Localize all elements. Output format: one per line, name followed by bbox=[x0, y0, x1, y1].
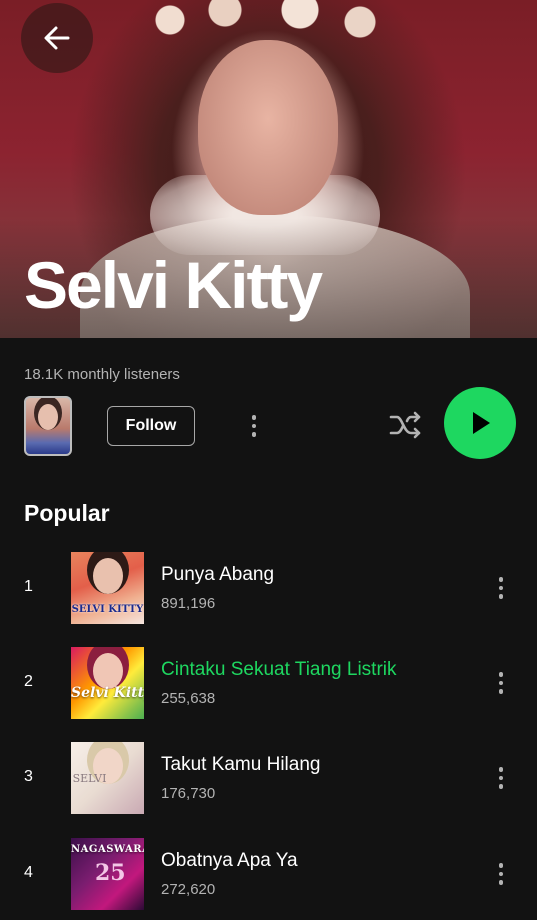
track-more-button[interactable] bbox=[488, 856, 514, 892]
play-icon bbox=[473, 412, 490, 434]
shuffle-button[interactable] bbox=[386, 406, 426, 444]
track-more-button[interactable] bbox=[488, 570, 514, 606]
cover-text: NAGASWARA bbox=[71, 844, 144, 855]
more-vertical-icon bbox=[498, 577, 504, 582]
track-rank: 4 bbox=[24, 864, 33, 881]
popular-section-title: Popular bbox=[24, 500, 110, 526]
cover-text: SELVI KITTY bbox=[71, 604, 144, 615]
track-title: Cintaku Sekuat Tiang Listrik bbox=[161, 659, 397, 680]
track-plays: 176,730 bbox=[161, 785, 216, 802]
back-button[interactable] bbox=[21, 3, 93, 73]
track-plays: 255,638 bbox=[161, 690, 216, 707]
track-row[interactable]: 2 Selvi Kitty Cintaku Sekuat Tiang Listr… bbox=[0, 647, 537, 721]
track-row[interactable]: 4 NAGASWARA 25 Obatnya Apa Ya 272,620 bbox=[0, 838, 537, 912]
cover-number: 25 bbox=[95, 860, 126, 886]
cover-text: SELVI bbox=[72, 772, 107, 785]
track-row[interactable]: 1 SELVI KITTY Punya Abang 891,196 bbox=[0, 552, 537, 626]
cover-text: Selvi Kitty bbox=[71, 685, 144, 701]
more-vertical-icon bbox=[251, 415, 257, 420]
track-cover: SELVI bbox=[71, 742, 144, 814]
monthly-listeners: 18.1K monthly listeners bbox=[24, 366, 180, 383]
track-more-button[interactable] bbox=[488, 760, 514, 796]
track-more-button[interactable] bbox=[488, 665, 514, 701]
play-button[interactable] bbox=[444, 387, 516, 459]
artist-thumbnail[interactable] bbox=[24, 396, 72, 456]
more-vertical-icon bbox=[498, 672, 504, 677]
artist-name: Selvi Kitty bbox=[24, 248, 323, 322]
follow-button[interactable]: Follow bbox=[107, 406, 195, 446]
track-row[interactable]: 3 SELVI Takut Kamu Hilang 176,730 bbox=[0, 742, 537, 816]
flower-crown bbox=[150, 0, 390, 45]
arrow-left-icon bbox=[44, 26, 70, 50]
track-title: Obatnya Apa Ya bbox=[161, 850, 298, 871]
track-plays: 272,620 bbox=[161, 881, 216, 898]
track-cover: Selvi Kitty bbox=[71, 647, 144, 719]
track-cover: SELVI KITTY bbox=[71, 552, 144, 624]
more-vertical-icon bbox=[498, 767, 504, 772]
more-options-button[interactable] bbox=[240, 408, 268, 444]
track-rank: 3 bbox=[24, 768, 33, 785]
track-cover: NAGASWARA 25 bbox=[71, 838, 144, 910]
track-title: Punya Abang bbox=[161, 564, 275, 585]
track-title: Takut Kamu Hilang bbox=[161, 754, 321, 775]
track-rank: 1 bbox=[24, 578, 33, 595]
track-plays: 891,196 bbox=[161, 595, 216, 612]
shuffle-icon bbox=[389, 411, 421, 439]
more-vertical-icon bbox=[498, 863, 504, 868]
track-rank: 2 bbox=[24, 673, 33, 690]
